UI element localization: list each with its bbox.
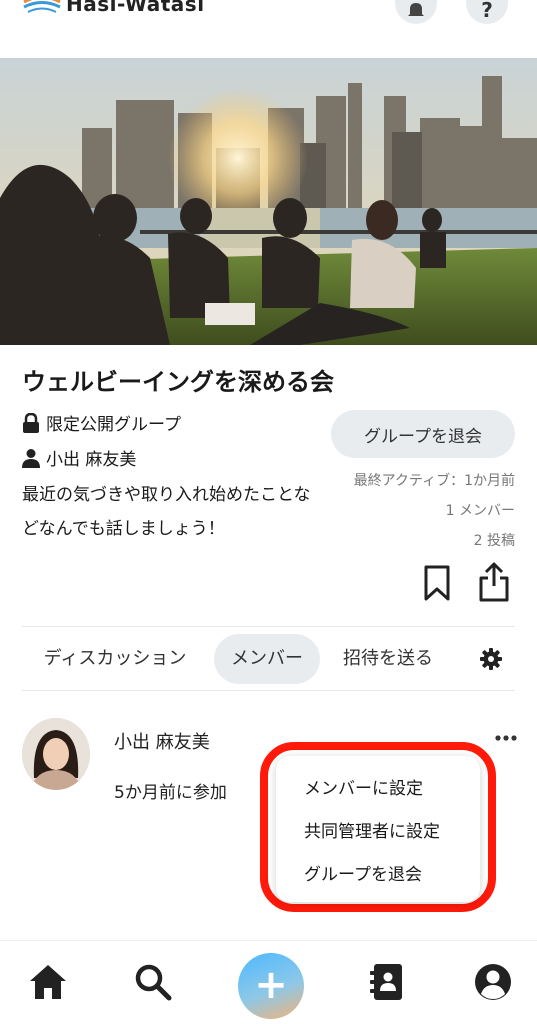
group-description: 最近の気づきや取り入れ始めたことなどなんでも話しましょう！ xyxy=(22,485,311,539)
gear-icon[interactable] xyxy=(480,648,502,670)
logo-icon xyxy=(23,0,61,13)
group-title: ウェルビーイングを深める会 xyxy=(22,368,334,396)
notifications-button[interactable] xyxy=(395,0,437,24)
last-active: 最終アクティブ：1か月前 xyxy=(353,473,515,489)
owner-row: 小出 麻友美 xyxy=(22,445,136,470)
more-options-icon[interactable] xyxy=(494,733,518,743)
profile-icon[interactable] xyxy=(474,963,512,1001)
search-icon[interactable] xyxy=(134,963,172,1001)
member-joined: 5か月前に参加 xyxy=(114,783,227,803)
bookmark-icon[interactable] xyxy=(424,565,450,601)
share-icon[interactable] xyxy=(478,562,510,602)
group-cover-image xyxy=(0,58,537,345)
owner-name[interactable]: 小出 麻友美 xyxy=(46,445,136,470)
privacy-label: 限定公開グループ xyxy=(46,415,181,435)
divider xyxy=(22,690,515,691)
member-context-menu: メンバーに設定 共同管理者に設定 グループを退会 xyxy=(276,756,480,902)
post-count: 2 投稿 xyxy=(473,533,515,549)
app-header: Hasi-Watasi ? xyxy=(0,0,537,58)
add-button[interactable]: + xyxy=(238,953,304,1019)
divider xyxy=(22,626,515,627)
menu-item-set-co-admin[interactable]: 共同管理者に設定 xyxy=(304,817,440,842)
contacts-icon[interactable] xyxy=(370,963,404,1001)
menu-item-set-member[interactable]: メンバーに設定 xyxy=(304,774,423,799)
member-count: 1 メンバー xyxy=(445,503,515,519)
tab-members[interactable]: メンバー xyxy=(214,634,320,684)
bottom-nav: + xyxy=(0,940,537,1024)
avatar-photo xyxy=(22,718,90,790)
tab-discussion[interactable]: ディスカッション xyxy=(22,634,208,684)
privacy-row: 限定公開グループ xyxy=(22,410,181,435)
tab-invite[interactable]: 招待を送る xyxy=(330,634,446,684)
add-icon: + xyxy=(254,962,288,1008)
app-name: Hasi-Watasi xyxy=(66,0,205,16)
bell-icon xyxy=(408,3,424,16)
help-button[interactable]: ? xyxy=(466,0,508,24)
leave-group-button[interactable]: グループを退会 xyxy=(331,410,515,458)
lock-icon xyxy=(23,412,39,433)
avatar[interactable] xyxy=(22,718,90,790)
member-name[interactable]: 小出 麻友美 xyxy=(114,728,210,754)
menu-item-leave-group[interactable]: グループを退会 xyxy=(304,860,422,885)
help-icon: ? xyxy=(481,0,493,22)
user-icon xyxy=(22,448,40,468)
home-icon[interactable] xyxy=(28,963,68,1001)
